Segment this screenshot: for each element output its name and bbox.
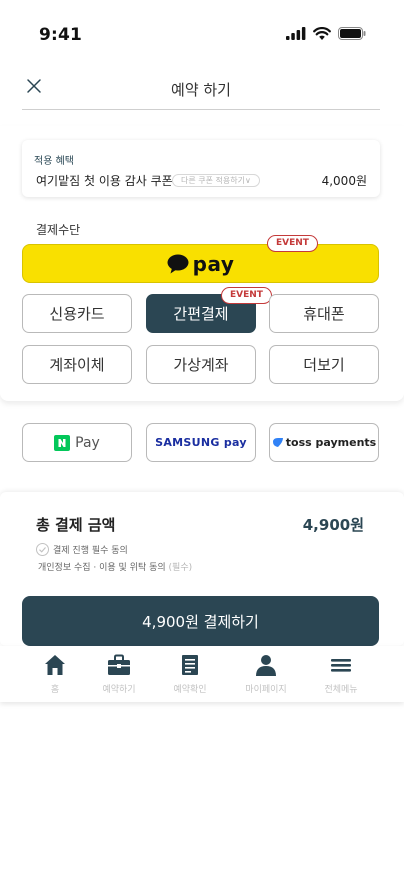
briefcase-icon xyxy=(108,654,130,675)
kakao-bubble-icon xyxy=(167,254,189,273)
menu-icon xyxy=(331,659,351,672)
agree-sub: 개인정보 수집 · 이용 및 위탁 동의 (필수) xyxy=(38,560,192,573)
agree-checkbox[interactable]: 결제 진행 필수 동의 xyxy=(36,543,128,556)
document-icon xyxy=(182,655,198,675)
agree-required: (필수) xyxy=(168,563,193,573)
battery-icon xyxy=(338,27,366,40)
status-icons xyxy=(286,27,366,40)
coupon-label: 적용 혜택 xyxy=(34,156,74,167)
check-circle-icon xyxy=(36,543,49,556)
tab-label-home: 홈 xyxy=(50,685,60,695)
total-amount: 4,900원 xyxy=(302,516,364,534)
toss-payments-button[interactable]: toss payments xyxy=(269,423,379,462)
tab-check-reservation[interactable]: 예약확인 xyxy=(155,654,225,695)
kakao-pay-button[interactable]: pay xyxy=(22,244,379,283)
method-mobile[interactable]: 휴대폰 xyxy=(269,294,379,333)
kakao-event-badge: EVENT xyxy=(267,235,318,252)
method-virtual-account[interactable]: 가상계좌 xyxy=(146,345,256,384)
naver-pay-label: Pay xyxy=(75,434,100,451)
easy-pay-event-badge: EVENT xyxy=(221,287,272,304)
submit-payment-button[interactable]: 4,900원 결제하기 xyxy=(22,596,379,646)
tab-bar: 홈 예약하기 예약확인 마이페이지 전체메뉴 xyxy=(0,646,404,702)
coupon-amount: 4,000원 xyxy=(321,174,367,188)
status-bar: 9:41 xyxy=(0,0,404,70)
method-credit-card[interactable]: 신용카드 xyxy=(22,294,132,333)
kakao-pay-logo: pay xyxy=(167,252,235,276)
header: 예약 하기 xyxy=(22,70,380,110)
tab-label-menu: 전체메뉴 xyxy=(324,685,358,695)
status-time: 9:41 xyxy=(39,25,83,45)
signal-icon xyxy=(286,27,306,40)
tab-label-mypage: 마이페이지 xyxy=(245,685,287,695)
other-coupon-button[interactable]: 다른 쿠폰 적용하기∨ xyxy=(172,174,260,187)
samsung-pay-logo: SAMSUNG pay xyxy=(155,436,247,449)
agree-label: 결제 진행 필수 동의 xyxy=(53,546,128,556)
tab-label-reserve: 예약하기 xyxy=(102,685,136,695)
tab-mypage[interactable]: 마이페이지 xyxy=(231,654,301,695)
tab-menu[interactable]: 전체메뉴 xyxy=(306,654,376,695)
payment-method-label: 결제수단 xyxy=(36,223,81,237)
page-title: 예약 하기 xyxy=(171,81,231,99)
samsung-pay-button[interactable]: SAMSUNG pay xyxy=(146,423,256,462)
coupon-card: 적용 혜택 여기맡짐 첫 이용 감사 쿠폰 다른 쿠폰 적용하기∨ 4,000원 xyxy=(22,140,380,197)
kakao-pay-label: pay xyxy=(192,251,235,276)
tab-reserve[interactable]: 예약하기 xyxy=(84,654,154,695)
naver-pay-icon xyxy=(54,434,71,451)
wifi-icon xyxy=(313,27,331,40)
coupon-name: 여기맡짐 첫 이용 감사 쿠폰 xyxy=(36,174,173,188)
agree-sub-text: 개인정보 수집 · 이용 및 위탁 동의 xyxy=(38,563,166,573)
naver-pay-button[interactable]: Pay xyxy=(22,423,132,462)
total-label: 총 결제 금액 xyxy=(36,516,116,534)
method-bank-transfer[interactable]: 계좌이체 xyxy=(22,345,132,384)
tab-label-check: 예약확인 xyxy=(173,685,207,695)
home-icon xyxy=(45,655,65,675)
person-icon xyxy=(256,655,276,676)
toss-logo-icon xyxy=(272,438,283,447)
method-more[interactable]: 더보기 xyxy=(269,345,379,384)
toss-payments-label: toss payments xyxy=(285,436,377,449)
tab-home[interactable]: 홈 xyxy=(20,654,90,695)
